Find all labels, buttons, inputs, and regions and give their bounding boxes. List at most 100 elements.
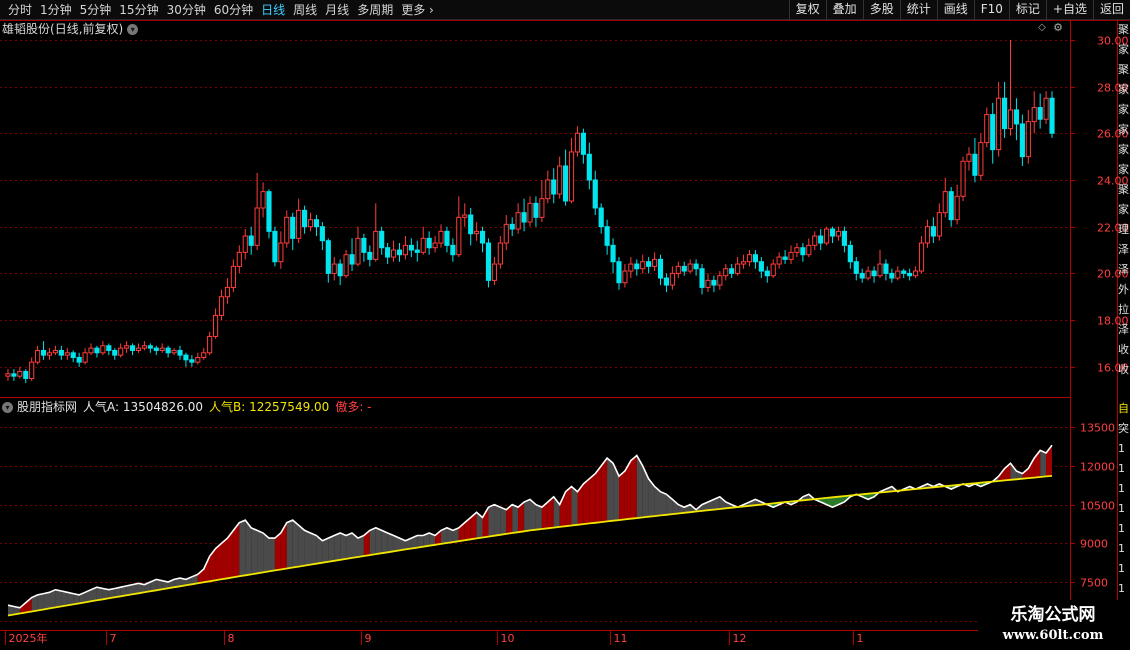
side-label-10[interactable]: 理 <box>1118 220 1130 240</box>
candle-body <box>189 359 195 363</box>
side-indicator-label-5[interactable]: 1 <box>1118 499 1130 519</box>
candle-body <box>563 165 569 202</box>
indicator-fill-segment <box>417 535 424 548</box>
side-label-1[interactable]: 家 <box>1118 40 1130 60</box>
indicator-fill-segment <box>67 592 74 606</box>
side-indicator-label-7[interactable]: 1 <box>1118 539 1130 559</box>
candle-body <box>604 226 610 246</box>
side-label-13[interactable]: 外 <box>1118 280 1130 300</box>
side-indicator-label-6[interactable]: 1 <box>1118 519 1130 539</box>
candle-body <box>675 265 681 274</box>
candle-body <box>776 256 782 265</box>
candle-body <box>568 151 575 202</box>
candle-body <box>752 254 759 263</box>
side-label-17[interactable]: 收 <box>1118 360 1130 380</box>
candle-body <box>118 347 124 356</box>
candle-body <box>770 263 776 277</box>
indicator-fill-segment <box>263 533 269 573</box>
candle-body <box>70 352 76 358</box>
candle-body <box>462 214 468 218</box>
indicator-fill-segment <box>369 527 376 556</box>
side-label-3[interactable]: 家 <box>1118 80 1130 100</box>
candle-body <box>242 235 248 253</box>
candle-body <box>818 235 824 244</box>
candle-body <box>260 191 266 209</box>
side-indicator-label-2[interactable]: 1 <box>1118 439 1130 459</box>
candle-body <box>628 263 634 272</box>
candle-body <box>46 352 53 356</box>
candle-body <box>385 247 391 258</box>
side-label-16[interactable]: 收 <box>1118 340 1130 360</box>
candle-body <box>414 249 420 253</box>
candle-body <box>313 219 320 228</box>
candle-body <box>367 251 373 260</box>
side-indicator-label-4[interactable]: 1 <box>1118 479 1130 499</box>
candle-body <box>337 263 343 277</box>
candle-body <box>438 230 444 244</box>
candle-body <box>325 240 331 274</box>
candle-body <box>705 279 711 288</box>
side-indicator-label-0[interactable]: 自 <box>1118 399 1130 419</box>
side-label-15[interactable]: 泽 <box>1118 320 1130 340</box>
candle-body <box>373 230 379 260</box>
candle-body <box>402 244 408 256</box>
indicator-fill-segment <box>334 533 341 561</box>
indicator-fill-segment <box>589 473 596 524</box>
chart-canvas[interactable]: 30.0028.0026.0024.0022.0020.0018.0016.00… <box>0 0 1130 650</box>
candle-body <box>474 230 480 235</box>
candle-body <box>135 347 142 351</box>
side-label-9[interactable]: 家 <box>1118 200 1130 220</box>
indicator-fill-segment <box>571 486 578 526</box>
candle-body <box>978 142 984 176</box>
candle-body <box>141 345 147 349</box>
indicator-fill-segment <box>494 504 501 536</box>
candle-body <box>966 153 972 162</box>
side-label-8[interactable]: 聚 <box>1118 180 1130 200</box>
side-label-11[interactable]: 泽 <box>1118 240 1130 260</box>
candle-body <box>408 244 414 251</box>
indicator-fill-segment <box>292 520 299 568</box>
candle-body <box>990 114 996 151</box>
candle-body <box>551 179 557 195</box>
side-indicator-label-1[interactable]: 突 <box>1118 419 1130 439</box>
indicator-fill-segment <box>233 522 240 578</box>
candle-body <box>515 212 521 230</box>
indicator-fill-segment <box>607 458 614 522</box>
indicator-fill-segment <box>37 593 44 611</box>
candle-body <box>895 270 901 279</box>
side-label-7[interactable]: 家 <box>1118 160 1130 180</box>
candle-body <box>40 349 47 356</box>
candle-body <box>302 209 308 228</box>
side-label-14[interactable]: 拉 <box>1118 300 1130 320</box>
watermark-logo: 乐淘公式网 www.60lt.com <box>978 600 1128 650</box>
candle-body <box>444 230 450 246</box>
candle-body <box>936 212 942 237</box>
side-label-0[interactable]: 聚 <box>1118 20 1130 40</box>
side-label-12[interactable]: 泽 <box>1118 260 1130 280</box>
indicator-fill-segment <box>96 587 103 601</box>
side-indicator-label-3[interactable]: 1 <box>1118 459 1130 479</box>
candle-body <box>717 275 723 286</box>
candle-body <box>497 242 503 265</box>
candle-body <box>112 349 118 356</box>
candle-body <box>236 251 242 267</box>
candle-body <box>574 132 581 153</box>
candle-body <box>201 352 207 358</box>
side-label-6[interactable]: 家 <box>1118 140 1130 160</box>
side-indicator-label-9[interactable]: 1 <box>1118 579 1130 599</box>
indicator-fill-segment <box>61 591 68 607</box>
side-indicator-label-8[interactable]: 1 <box>1118 559 1130 579</box>
indicator-tick-label-1: 12000 <box>1080 461 1115 474</box>
indicator-fill-segment <box>595 465 602 523</box>
side-label-5[interactable]: 家 <box>1118 120 1130 140</box>
candle-body <box>812 235 818 246</box>
candle-body <box>129 345 136 351</box>
candle-body <box>456 216 462 256</box>
candle-body <box>972 153 978 176</box>
side-label-2[interactable]: 聚 <box>1118 60 1130 80</box>
indicator-fill-segment <box>203 556 210 583</box>
side-strip: 聚家聚家家家家家聚家理泽泽外拉泽收收 <box>1118 20 1130 395</box>
candle-body <box>829 228 836 237</box>
side-label-4[interactable]: 家 <box>1118 100 1130 120</box>
candle-body <box>100 345 106 354</box>
